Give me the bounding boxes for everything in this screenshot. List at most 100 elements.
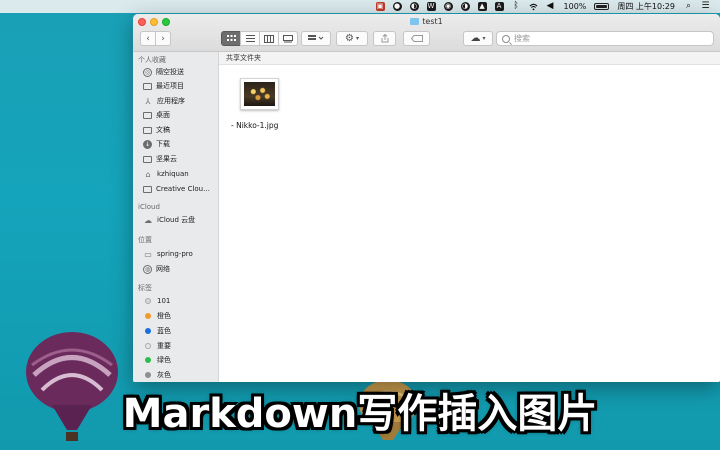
document-icon — [143, 126, 152, 134]
app-icon-5[interactable]: ◉ — [443, 2, 453, 11]
sidebar-item-label: 文稿 — [156, 126, 170, 134]
share-button[interactable] — [373, 31, 396, 46]
sidebar-item-label: 坚果云 — [156, 155, 177, 163]
path-bar: 共享文件夹 — [219, 52, 720, 65]
sidebar-item-documents[interactable]: 文稿 — [143, 124, 170, 136]
battery-percent: 100% — [563, 2, 587, 11]
airdrop-icon: ◎ — [143, 67, 152, 77]
sidebar-item-network[interactable]: ◍ 网络 — [143, 263, 170, 275]
window-title-text: test1 — [422, 17, 443, 26]
tag-dot — [145, 372, 151, 378]
sidebar-item-recents[interactable]: 最近项目 — [143, 80, 184, 92]
image-preview — [244, 82, 275, 106]
gallery-view-button[interactable] — [278, 31, 298, 46]
menubar: ▣ ● ◐ W ◉ ◑ ▲ A ᛒ ◀ 100% 周四 上午10:29 ⌕ ☰ — [0, 0, 720, 13]
sidebar-header-favorites: 个人收藏 — [138, 56, 166, 64]
sidebar-header-icloud: iCloud — [138, 203, 160, 211]
sidebar-tag-important[interactable]: 重要 — [143, 340, 171, 352]
list-view-icon — [245, 35, 255, 42]
column-view-button[interactable] — [259, 31, 279, 46]
search-icon[interactable]: ⌕ — [684, 2, 693, 11]
word-icon[interactable]: W — [426, 2, 436, 11]
sidebar-item-label: Creative Clou... — [156, 185, 210, 193]
home-icon: ⌂ — [145, 169, 151, 179]
app-icon-7[interactable]: ▲ — [477, 2, 487, 11]
sidebar-item-label: 应用程序 — [157, 97, 185, 105]
action-menu-button[interactable]: ⚙ ▾ — [336, 31, 368, 46]
sidebar-item-label: 蓝色 — [157, 327, 171, 335]
back-button[interactable]: ‹ — [140, 31, 156, 46]
gear-icon: ⚙ — [345, 33, 354, 44]
sidebar-item-label: 网络 — [156, 265, 170, 273]
cloud-button[interactable]: ☁ ▾ — [463, 31, 493, 46]
sidebar-item-jianguoyun[interactable]: 坚果云 — [143, 153, 177, 165]
desktop-icon — [143, 111, 152, 119]
wifi-icon[interactable] — [529, 2, 538, 11]
sidebar-item-home[interactable]: ⌂ kzhiquan — [143, 168, 188, 180]
cloud-icon: ☁ — [470, 33, 481, 44]
gallery-view-icon — [283, 34, 293, 42]
tag-dot — [145, 328, 151, 334]
app-icon-2[interactable]: ● — [392, 2, 402, 11]
tag-dot — [145, 357, 151, 363]
sidebar-header-tags: 标签 — [138, 284, 152, 292]
volume-icon[interactable]: ◀ — [546, 2, 555, 11]
search-field[interactable]: 搜索 — [496, 31, 714, 46]
tag-dot — [145, 343, 151, 349]
group-by-button[interactable] — [301, 31, 331, 46]
bluetooth-icon[interactable]: ᛒ — [512, 2, 521, 11]
icon-view-button[interactable] — [221, 31, 241, 46]
sidebar-item-spring-pro[interactable]: ▭ spring-pro — [143, 248, 193, 260]
sidebar-item-desktop[interactable]: 桌面 — [143, 109, 170, 121]
folder-icon — [410, 18, 420, 25]
sidebar-item-label: iCloud 云盘 — [157, 216, 196, 224]
globe-icon: ◍ — [143, 264, 152, 274]
sidebar-item-label: 101 — [157, 297, 171, 305]
forward-button[interactable]: › — [155, 31, 171, 46]
sidebar-tag-gray[interactable]: 灰色 — [143, 369, 171, 381]
sidebar-item-label: 最近项目 — [156, 82, 184, 90]
applications-icon: ⅄ — [145, 96, 151, 106]
titlebar: test1 ‹ › ⚙ ▾ ☁ ▾ 搜索 — [133, 14, 720, 52]
sidebar-item-downloads[interactable]: ↓ 下载 — [143, 138, 170, 150]
sidebar-item-creative-cloud[interactable]: Creative Clou... — [143, 183, 210, 195]
icon-view-icon — [226, 35, 236, 41]
search-icon — [502, 34, 510, 43]
sidebar: 个人收藏 ◎ 隔空投送 最近项目 ⅄ 应用程序 桌面 文稿 ↓ 下载 坚果云 ⌂ kzh… — [133, 52, 219, 382]
sidebar-tag-orange[interactable]: 橙色 — [143, 310, 171, 322]
sidebar-header-locations: 位置 — [138, 236, 152, 244]
group-icon — [308, 35, 324, 40]
sidebar-tag-101[interactable]: 101 — [143, 295, 170, 307]
tag-icon — [410, 35, 423, 42]
app-icon-3[interactable]: ◐ — [409, 2, 419, 11]
sidebar-item-icloud-drive[interactable]: ☁ iCloud 云盘 — [143, 214, 195, 226]
control-center-icon[interactable]: ☰ — [701, 2, 710, 11]
text-icon[interactable]: A — [494, 2, 504, 11]
sidebar-tag-blue[interactable]: 蓝色 — [143, 325, 171, 337]
app-icon-1[interactable]: ▣ — [375, 2, 385, 11]
file-name[interactable]: - Nikko-1.jpg — [231, 121, 278, 130]
menubar-clock[interactable]: 周四 上午10:29 — [617, 1, 675, 12]
sidebar-tag-green[interactable]: 绿色 — [143, 354, 171, 366]
sidebar-item-label: 重要 — [157, 342, 171, 350]
list-view-button[interactable] — [240, 31, 260, 46]
sidebar-item-label: 灰色 — [157, 371, 171, 379]
chevron-down-icon: ▾ — [355, 35, 359, 42]
folder-icon — [143, 155, 152, 163]
app-icon-6[interactable]: ◑ — [460, 2, 470, 11]
search-placeholder: 搜索 — [514, 34, 530, 43]
sidebar-item-label: 下载 — [156, 140, 170, 148]
file-browser: 共享文件夹 - Nikko-1.jpg — [219, 52, 720, 382]
tag-dot — [145, 298, 151, 304]
sidebar-item-applications[interactable]: ⅄ 应用程序 — [143, 95, 185, 107]
finder-window: test1 ‹ › ⚙ ▾ ☁ ▾ 搜索 个人收藏 ◎ 隔空投送 最近项目 ⅄ … — [133, 14, 720, 382]
nav-buttons: ‹ › — [140, 31, 171, 46]
file-thumbnail[interactable] — [240, 78, 279, 110]
recents-icon — [143, 82, 152, 90]
sidebar-item-airdrop[interactable]: ◎ 隔空投送 — [143, 66, 184, 78]
sidebar-item-label: 橙色 — [157, 312, 171, 320]
laptop-icon: ▭ — [144, 249, 152, 259]
tag-button[interactable] — [403, 31, 430, 46]
battery-icon[interactable] — [594, 3, 610, 10]
folder-icon — [143, 185, 152, 193]
